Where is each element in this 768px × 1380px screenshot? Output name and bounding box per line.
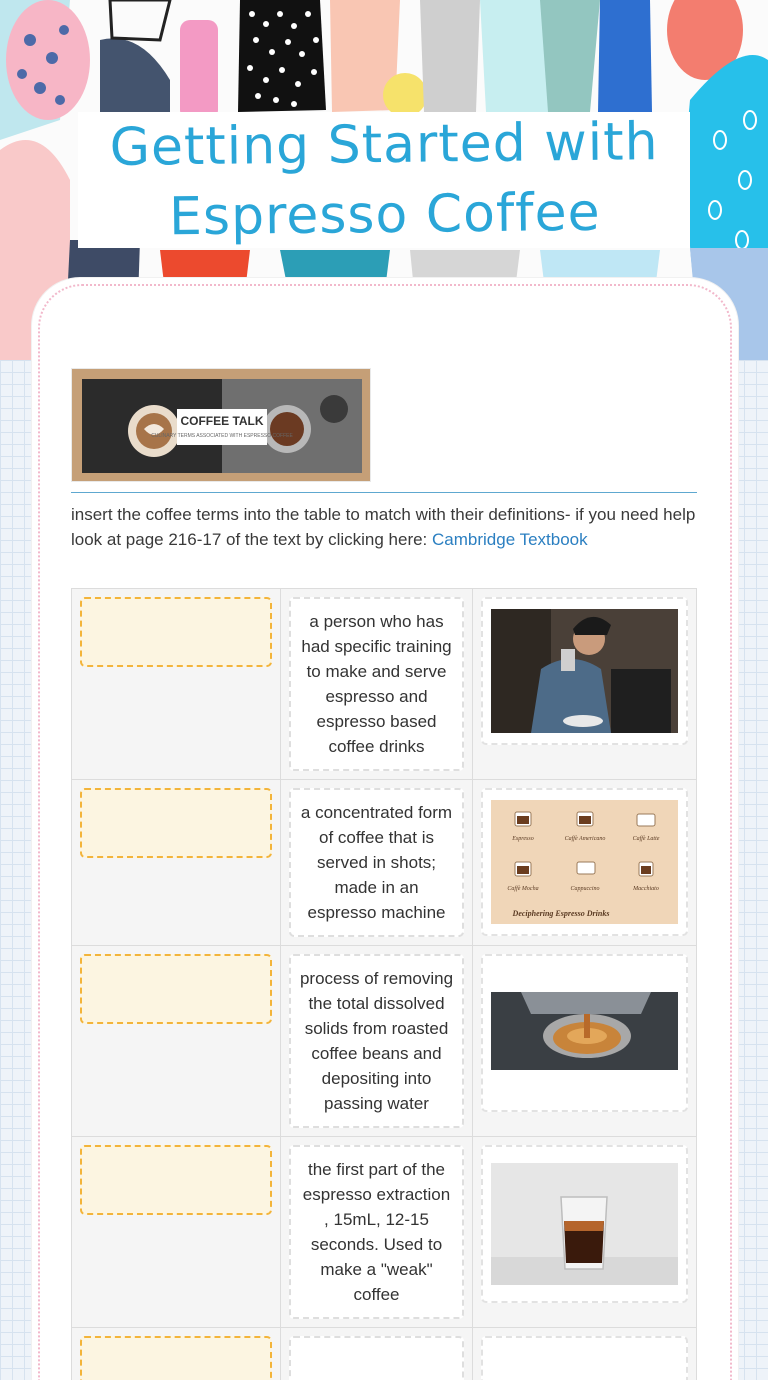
image-frame [481, 954, 688, 1112]
ristretto-shot-glass-photo-icon [491, 1157, 678, 1291]
table-row: process of removing the total dissolved … [71, 945, 697, 1137]
definition-cell [280, 1327, 473, 1380]
image-frame [481, 1336, 688, 1380]
title-line-2: Espresso Coffee [168, 182, 601, 248]
chart-label-espresso: Espresso [511, 836, 533, 842]
term-cell [71, 945, 281, 1137]
definition-text [289, 1336, 464, 1380]
espresso-drinks-chart-icon: Espresso Caffè Americano Caffè Latte Caf… [491, 800, 678, 924]
instructions-text: insert the coffee terms into the table t… [71, 502, 699, 552]
banner-heading: COFFEE TALK [180, 414, 263, 428]
term-cell [71, 779, 281, 946]
matching-table: a person who has had specific training t… [71, 588, 697, 1380]
term-drop-zone[interactable] [80, 954, 272, 1024]
definition-cell: a person who has had specific training t… [280, 588, 473, 780]
definition-text: a person who has had specific training t… [289, 597, 464, 771]
definition-text: a concentrated form of coffee that is se… [289, 788, 464, 937]
page-title: Getting Started with Espresso Coffee [109, 107, 659, 253]
table-row: a concentrated form of coffee that is se… [71, 779, 697, 946]
image-cell: Espresso Caffè Americano Caffè Latte Caf… [472, 779, 697, 946]
image-cell [472, 1327, 697, 1380]
instructions-body: insert the coffee terms into the table t… [71, 505, 696, 549]
espresso-extraction-photo-icon [491, 966, 678, 1100]
definition-cell: the first part of the espresso extractio… [280, 1136, 473, 1328]
table-row [71, 1327, 697, 1380]
image-frame [481, 597, 688, 745]
barista-photo-icon [491, 609, 678, 733]
chart-label-macchiato: Macchiato [632, 886, 659, 892]
worksheet-card: COFFEE TALK CULINARY TERMS ASSOCIATED WI… [32, 278, 738, 1380]
divider-line [71, 492, 697, 493]
coffee-talk-banner: COFFEE TALK CULINARY TERMS ASSOCIATED WI… [71, 368, 371, 482]
banner-subheading: CULINARY TERMS ASSOCIATED WITH ESPRESSO … [151, 433, 293, 439]
chart-label-latte: Caffè Latte [633, 835, 660, 842]
term-drop-zone[interactable] [80, 597, 272, 667]
definition-cell: process of removing the total dissolved … [280, 945, 473, 1137]
term-cell [71, 1136, 281, 1328]
cambridge-textbook-link[interactable]: Cambridge Textbook [432, 530, 588, 549]
term-drop-zone[interactable] [80, 1145, 272, 1215]
chart-label-americano: Caffè Americano [565, 835, 606, 842]
table-row: the first part of the espresso extractio… [71, 1136, 697, 1328]
table-row: a person who has had specific training t… [71, 588, 697, 780]
image-cell [472, 588, 697, 780]
definition-text: process of removing the total dissolved … [289, 954, 464, 1128]
chart-label-cappuccino: Cappuccino [571, 886, 600, 892]
term-cell [71, 588, 281, 780]
title-panel: Getting Started with Espresso Coffee [78, 112, 690, 248]
chart-caption: Deciphering Espresso Drinks [512, 909, 610, 918]
image-cell [472, 945, 697, 1137]
image-frame: Espresso Caffè Americano Caffè Latte Caf… [481, 788, 688, 936]
term-cell [71, 1327, 281, 1380]
definition-cell: a concentrated form of coffee that is se… [280, 779, 473, 946]
image-cell [472, 1136, 697, 1328]
image-frame [481, 1145, 688, 1303]
chart-label-mocha: Caffè Mocha [507, 885, 538, 892]
title-line-1: Getting Started with [108, 112, 659, 178]
term-drop-zone[interactable] [80, 788, 272, 858]
definition-text: the first part of the espresso extractio… [289, 1145, 464, 1319]
term-drop-zone[interactable] [80, 1336, 272, 1380]
